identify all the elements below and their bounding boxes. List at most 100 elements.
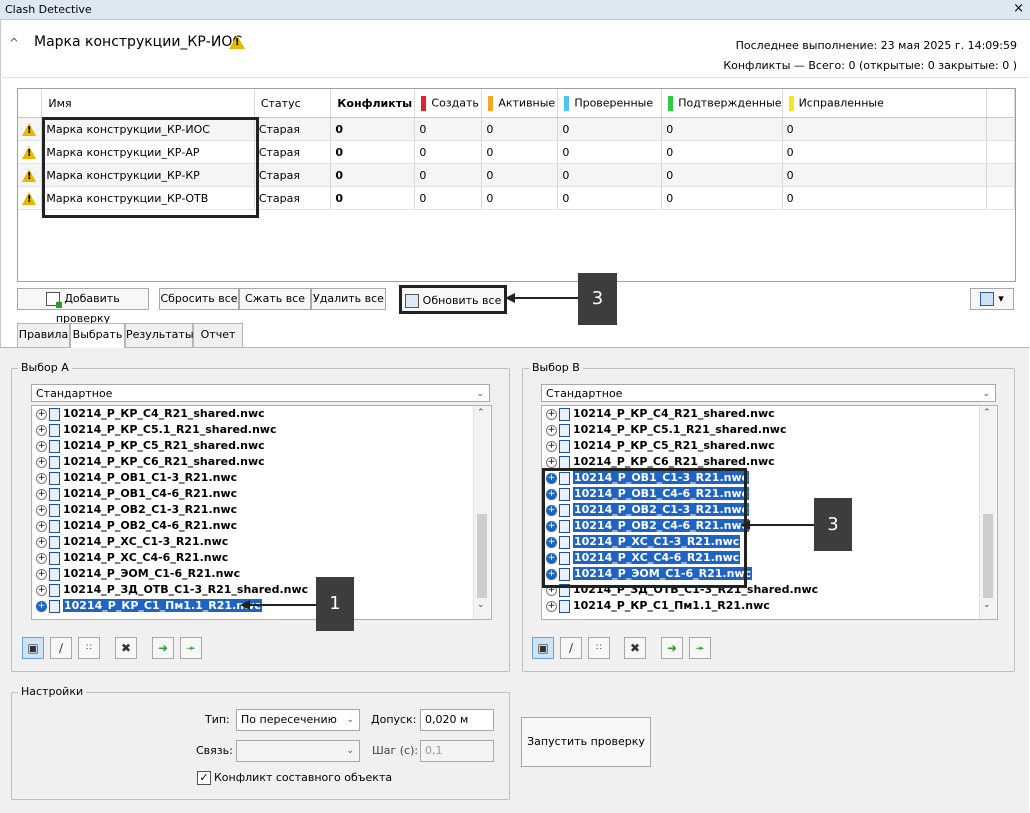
window-titlebar: Clash Detective × [0, 0, 1030, 20]
tolerance-input[interactable]: 0,020 м [420, 709, 494, 731]
expand-icon[interactable]: + [36, 440, 47, 452]
expand-icon[interactable]: + [36, 488, 47, 500]
expand-icon[interactable]: + [36, 504, 47, 516]
expand-icon[interactable]: + [36, 424, 47, 436]
expand-icon[interactable]: + [546, 408, 557, 420]
scroll-thumb[interactable] [983, 514, 993, 598]
tree-item[interactable]: +10214_Р_ОВ1_С1-3_R21.nwc [32, 470, 473, 486]
surfaces-icon[interactable]: ▣ [532, 637, 554, 659]
scroll-up-icon[interactable]: ⌃ [983, 408, 991, 418]
tree-item[interactable]: +10214_Р_КР_С5_R21_shared.nwc [32, 438, 473, 454]
tree-item[interactable]: +10214_Р_КР_С5_R21_shared.nwc [542, 438, 979, 454]
tree-item[interactable]: +10214_Р_ХС_С4-6_R21.nwc [32, 550, 473, 566]
col-name-header[interactable]: Имя [41, 89, 255, 118]
col-reviewed-header[interactable]: Проверенные [557, 89, 663, 118]
collapse-chevron-icon[interactable]: ^ [9, 36, 19, 50]
tree-item[interactable]: +10214_Р_ЗД_ОТВ_С1-3_R21_shared.nwc [32, 582, 473, 598]
chevron-down-icon: ⌄ [346, 746, 354, 756]
step-input[interactable]: 0,1 [420, 740, 494, 762]
expand-icon[interactable]: + [36, 568, 47, 580]
lines-icon[interactable]: ∕ [560, 637, 582, 659]
expand-icon[interactable]: + [36, 472, 47, 484]
composite-checkbox[interactable]: ✓ [197, 771, 211, 785]
selection-a-mode-select[interactable]: Стандартное ⌄ [31, 384, 490, 402]
col-new-header[interactable]: Создать [414, 89, 483, 118]
reset-all-button[interactable]: Сбросить все [159, 288, 239, 310]
chevron-down-icon: ⌄ [982, 389, 990, 399]
tree-item[interactable]: +10214_Р_КР_С5.1_R21_shared.nwc [542, 422, 979, 438]
expand-icon[interactable]: + [36, 408, 47, 420]
file-icon [559, 407, 570, 421]
surfaces-icon[interactable]: ▣ [22, 637, 44, 659]
close-icon[interactable]: × [1013, 1, 1024, 16]
callout-3-top: 3 [578, 273, 617, 325]
file-icon [49, 487, 60, 501]
use-current-selection-icon[interactable]: ➜ [152, 637, 174, 659]
tree-item[interactable]: +10214_Р_КР_С6_R21_shared.nwc [32, 454, 473, 470]
expand-icon[interactable]: + [36, 520, 47, 532]
scroll-thumb[interactable] [477, 514, 487, 598]
tree-item[interactable]: +10214_Р_КР_С4_R21_shared.nwc [32, 406, 473, 422]
active-swatch [488, 95, 494, 111]
warning-icon [22, 145, 36, 159]
tree-item[interactable]: +10214_Р_ЭОМ_С1-6_R21.nwc [32, 566, 473, 582]
export-dropdown-button[interactable]: ▾ [970, 288, 1014, 310]
tab-rules[interactable]: Правила [17, 323, 70, 347]
tree-item[interactable]: +10214_Р_ХС_С1-3_R21.nwc [32, 534, 473, 550]
use-current-selection-icon[interactable]: ➜ [661, 637, 683, 659]
points-icon[interactable]: ∷ [78, 637, 100, 659]
select-in-scene-icon[interactable]: ➛ [180, 637, 202, 659]
tab-select[interactable]: Выбрать [70, 323, 125, 348]
selection-b-mode-select[interactable]: Стандартное ⌄ [541, 384, 996, 402]
export-icon [980, 292, 995, 306]
composite-label: Конфликт составного объекта [214, 771, 393, 784]
tab-results[interactable]: Результаты [125, 323, 194, 347]
expand-icon[interactable]: + [546, 440, 557, 452]
file-icon [49, 423, 60, 437]
col-clashes-header[interactable]: Конфликты [330, 89, 416, 118]
select-in-scene-icon[interactable]: ➛ [689, 637, 711, 659]
expand-icon[interactable]: + [546, 600, 557, 612]
update-all-button[interactable]: Обновить все [399, 285, 507, 314]
tree-item[interactable]: +10214_Р_КР_С5.1_R21_shared.nwc [32, 422, 473, 438]
col-active-header[interactable]: Активные [481, 89, 559, 118]
expand-icon[interactable]: + [36, 600, 47, 612]
lines-icon[interactable]: ∕ [50, 637, 72, 659]
tab-report[interactable]: Отчет [193, 323, 243, 347]
callout-3-right: 3 [814, 498, 852, 551]
tree-item[interactable]: +10214_Р_ОВ2_С1-3_R21.nwc [32, 502, 473, 518]
scroll-down-icon[interactable]: ⌄ [983, 600, 991, 610]
expand-icon[interactable]: + [36, 552, 47, 564]
tree-item[interactable]: +10214_Р_ОВ2_С4-6_R21.nwc [32, 518, 473, 534]
expand-icon[interactable]: + [36, 584, 47, 596]
test-status: Старая [254, 117, 332, 141]
link-select[interactable]: ⌄ [236, 740, 360, 762]
tree-item[interactable]: +10214_Р_КР_С4_R21_shared.nwc [542, 406, 979, 422]
expand-icon[interactable]: + [36, 456, 47, 468]
run-test-button[interactable]: Запустить проверку [521, 717, 651, 767]
self-intersect-icon[interactable]: ✖ [624, 637, 646, 659]
highlight-box-tests [42, 117, 259, 218]
expand-icon[interactable]: + [546, 424, 557, 436]
test-active: 0 [481, 140, 559, 164]
self-intersect-icon[interactable]: ✖ [115, 637, 137, 659]
type-select[interactable]: По пересечению ⌄ [236, 709, 360, 731]
expand-icon[interactable]: + [36, 536, 47, 548]
file-icon [49, 567, 60, 581]
expand-icon[interactable]: + [546, 456, 557, 468]
scroll-up-icon[interactable]: ⌃ [477, 408, 485, 418]
add-test-button[interactable]: Добавить проверку [17, 288, 149, 325]
test-new: 0 [414, 186, 483, 210]
delete-all-button[interactable]: Удалить все [311, 288, 386, 310]
selection-a-scrollbar[interactable]: ⌃ ⌄ [473, 406, 490, 619]
selection-b-scrollbar[interactable]: ⌃ ⌄ [979, 406, 996, 619]
col-resolved-header[interactable]: Исправленные [782, 89, 988, 118]
scroll-down-icon[interactable]: ⌄ [477, 600, 485, 610]
points-icon[interactable]: ∷ [588, 637, 610, 659]
tree-item[interactable]: +10214_Р_ОВ1_С4-6_R21.nwc [32, 486, 473, 502]
callout-arrow [505, 293, 580, 303]
tree-item[interactable]: +10214_Р_КР_С1_Пм1.1_R21.nwc [542, 598, 979, 614]
compact-all-button[interactable]: Сжать все [239, 288, 311, 310]
col-approved-header[interactable]: Подтвержденные [661, 89, 783, 118]
col-status-header[interactable]: Статус [254, 89, 332, 118]
